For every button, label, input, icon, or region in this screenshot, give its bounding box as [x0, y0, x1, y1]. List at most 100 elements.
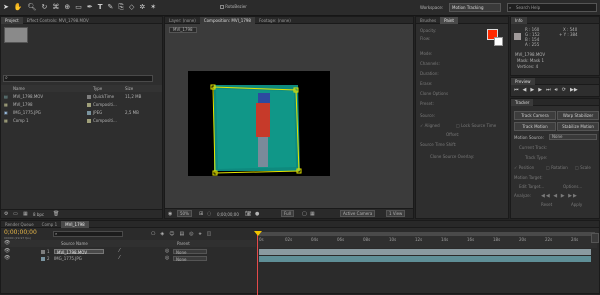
zoom-tool-icon[interactable]: 🔍︎ — [28, 3, 37, 12]
column-name[interactable]: Name — [13, 85, 25, 92]
layer-visibility-icon[interactable]: 👁︎ — [4, 248, 10, 255]
tracker-reset-button[interactable]: Reset — [541, 202, 552, 207]
layer-switch-icon[interactable]: ⁄ — [119, 255, 120, 262]
interpret-footage-icon[interactable]: ⚙ — [4, 211, 8, 217]
timeline-layer-2[interactable]: 👁︎ 2 IMG_1775.JPG ⁄ ◎ None — [1, 255, 256, 262]
aligned-option[interactable]: ✓ Aligned — [420, 123, 440, 128]
rotate-tool-icon[interactable]: ↻ — [41, 3, 47, 12]
graph-editor-icon[interactable]: ◫ — [207, 231, 212, 237]
draft-3d-icon[interactable]: ◈ — [160, 231, 164, 237]
show-channel-icon[interactable]: ● — [255, 211, 259, 217]
motion-blur-icon[interactable]: ◎ — [189, 231, 193, 237]
puppet-tool-icon[interactable]: ✶ — [150, 3, 156, 12]
zoom-dropdown[interactable]: 50% — [177, 210, 192, 217]
tab-project[interactable]: Project — [1, 16, 23, 24]
last-frame-icon[interactable]: ⏭ — [546, 87, 551, 93]
brainstorm-icon[interactable]: ⚹ — [199, 231, 202, 237]
rotobezier-option[interactable]: RotoBezier — [220, 4, 247, 9]
layer-label-swatch[interactable] — [41, 257, 45, 261]
tab-preview[interactable]: Preview — [511, 77, 535, 85]
tab-comp-1[interactable]: Comp 1 — [38, 221, 62, 228]
new-folder-icon[interactable]: ▭ — [13, 211, 18, 217]
views-dropdown[interactable]: 1 View — [386, 210, 406, 217]
analyze-controls[interactable]: ◀◀ ◀ ▶ ▶▶ — [541, 193, 578, 199]
stabilize-motion-button[interactable]: Stabilize Motion — [557, 122, 599, 131]
eraser-tool-icon[interactable]: ◇ — [129, 3, 134, 12]
hand-tool-icon[interactable]: ✋ — [14, 3, 23, 12]
mask-visibility-icon[interactable]: ◌ — [207, 211, 211, 217]
playhead-handle[interactable] — [254, 231, 262, 236]
layer-name[interactable]: MVI_1798.MOV — [54, 249, 104, 255]
tab-footage[interactable]: Footage: (none) — [255, 17, 295, 24]
shy-layers-icon[interactable]: ☺ — [169, 231, 174, 237]
project-item-3[interactable]: ▦ Comp 1 Compositi... — [1, 117, 162, 124]
new-comp-icon[interactable]: ▦ — [23, 211, 28, 217]
brush-tool-icon[interactable]: ✎ — [108, 3, 114, 12]
source-name-column[interactable]: Source Name — [61, 240, 88, 247]
layer-bar-2[interactable] — [259, 256, 591, 262]
type-tool-icon[interactable]: T — [98, 3, 103, 12]
timeline-layer-1[interactable]: 👁︎ 1 MVI_1798.MOV ⁄ ◎ None — [1, 248, 256, 255]
pen-tool-icon[interactable]: ✒ — [87, 3, 93, 12]
region-of-interest-icon[interactable]: ▢ — [302, 211, 307, 217]
layer-switch-icon[interactable]: ⁄ — [119, 248, 120, 255]
layer-parent-dropdown[interactable]: None — [173, 249, 207, 255]
work-area-bar[interactable] — [259, 232, 595, 236]
timeline-zoom-slider[interactable] — [591, 233, 599, 243]
current-time-indicator[interactable] — [257, 231, 258, 295]
previous-frame-icon[interactable]: ◀ — [523, 87, 527, 93]
camera-tool-icon[interactable]: ⌘ — [52, 3, 59, 12]
column-type[interactable]: Type — [93, 85, 102, 92]
tab-composition[interactable]: Composition: MVI_1798 — [199, 16, 255, 24]
transparency-grid-icon[interactable]: ▦ — [310, 211, 315, 217]
tab-render-queue[interactable]: Render Queue — [1, 221, 38, 228]
lock-source-option[interactable]: □ Lock Source Time — [456, 123, 496, 128]
camera-dropdown[interactable]: Active Camera — [340, 210, 376, 217]
always-preview-icon[interactable]: ◉ — [168, 211, 172, 217]
parent-pickwhip-icon[interactable]: ◎ — [165, 248, 169, 255]
rectangle-tool-icon[interactable]: ▭ — [75, 3, 82, 12]
next-frame-icon[interactable]: ▶ — [538, 87, 542, 93]
grid-icon[interactable]: ⊞ — [199, 211, 203, 217]
bit-depth-label[interactable]: 8 bpc — [33, 212, 44, 217]
parent-pickwhip-icon[interactable]: ◎ — [165, 255, 169, 262]
project-search-field[interactable]: ⌕ — [3, 75, 153, 82]
project-item-2[interactable]: ▣ IMG_1775.JPG JPEG 2,5 MB — [1, 109, 162, 116]
tracker-apply-button[interactable]: Apply — [571, 202, 582, 207]
resolution-dropdown[interactable]: Full — [281, 210, 294, 217]
parent-column[interactable]: Parent — [177, 240, 190, 247]
layer-visibility-icon[interactable]: 👁︎ — [4, 255, 10, 262]
scale-option[interactable]: □ Scale — [575, 165, 591, 170]
tab-mvi-1798[interactable]: MVI_1798 — [61, 220, 89, 228]
project-item-0[interactable]: ▤ MVI_1798.MOV QuickTime 11,2 MB — [1, 93, 162, 100]
play-icon[interactable]: ▶ — [530, 87, 534, 93]
tab-brushes[interactable]: Brushes — [416, 17, 440, 24]
composition-breadcrumb[interactable]: MVI_1798 — [169, 27, 197, 33]
layer-label-swatch[interactable] — [41, 250, 45, 254]
background-color-swatch[interactable] — [494, 37, 503, 46]
layer-name[interactable]: IMG_1775.JPG — [54, 255, 82, 262]
motion-source-dropdown[interactable]: None — [549, 134, 597, 140]
layer-parent-dropdown[interactable]: None — [173, 256, 207, 262]
first-frame-icon[interactable]: ⏮ — [514, 87, 519, 93]
project-item-1[interactable]: ▦ MVI_1798 Compositi... — [1, 101, 162, 108]
roto-tool-icon[interactable]: ✲ — [139, 3, 145, 12]
column-size[interactable]: Size — [125, 85, 133, 92]
pan-behind-tool-icon[interactable]: ⊕ — [64, 3, 70, 12]
trash-icon[interactable]: 🗑︎ — [53, 211, 59, 217]
current-time-display[interactable]: 0;00;00;00 — [4, 229, 37, 236]
comp-mini-flowchart-icon[interactable]: ⎔ — [151, 231, 155, 237]
frame-blending-icon[interactable]: ▤ — [179, 231, 184, 237]
time-ruler[interactable]: 0s 02s 04s 06s 08s 10s 12s 14s 16s 18s 2… — [257, 232, 597, 248]
timeline-search-field[interactable]: ⌕ — [53, 231, 123, 237]
position-option[interactable]: ✓ Position — [514, 165, 534, 170]
tab-effect-controls[interactable]: Effect Controls: MVI_1798.MOV — [23, 17, 93, 24]
track-motion-button[interactable]: Track Motion — [514, 122, 556, 131]
ram-preview-icon[interactable]: ▶▶ — [570, 87, 578, 93]
layer-bar-1[interactable] — [259, 249, 591, 255]
workspace-dropdown[interactable]: Motion Tracking — [449, 3, 501, 12]
tab-paint[interactable]: Paint — [440, 16, 458, 24]
track-camera-button[interactable]: Track Camera — [514, 111, 556, 120]
selection-tool-icon[interactable]: ➤ — [3, 3, 9, 12]
tracker-options-button[interactable]: Options... — [563, 184, 582, 189]
